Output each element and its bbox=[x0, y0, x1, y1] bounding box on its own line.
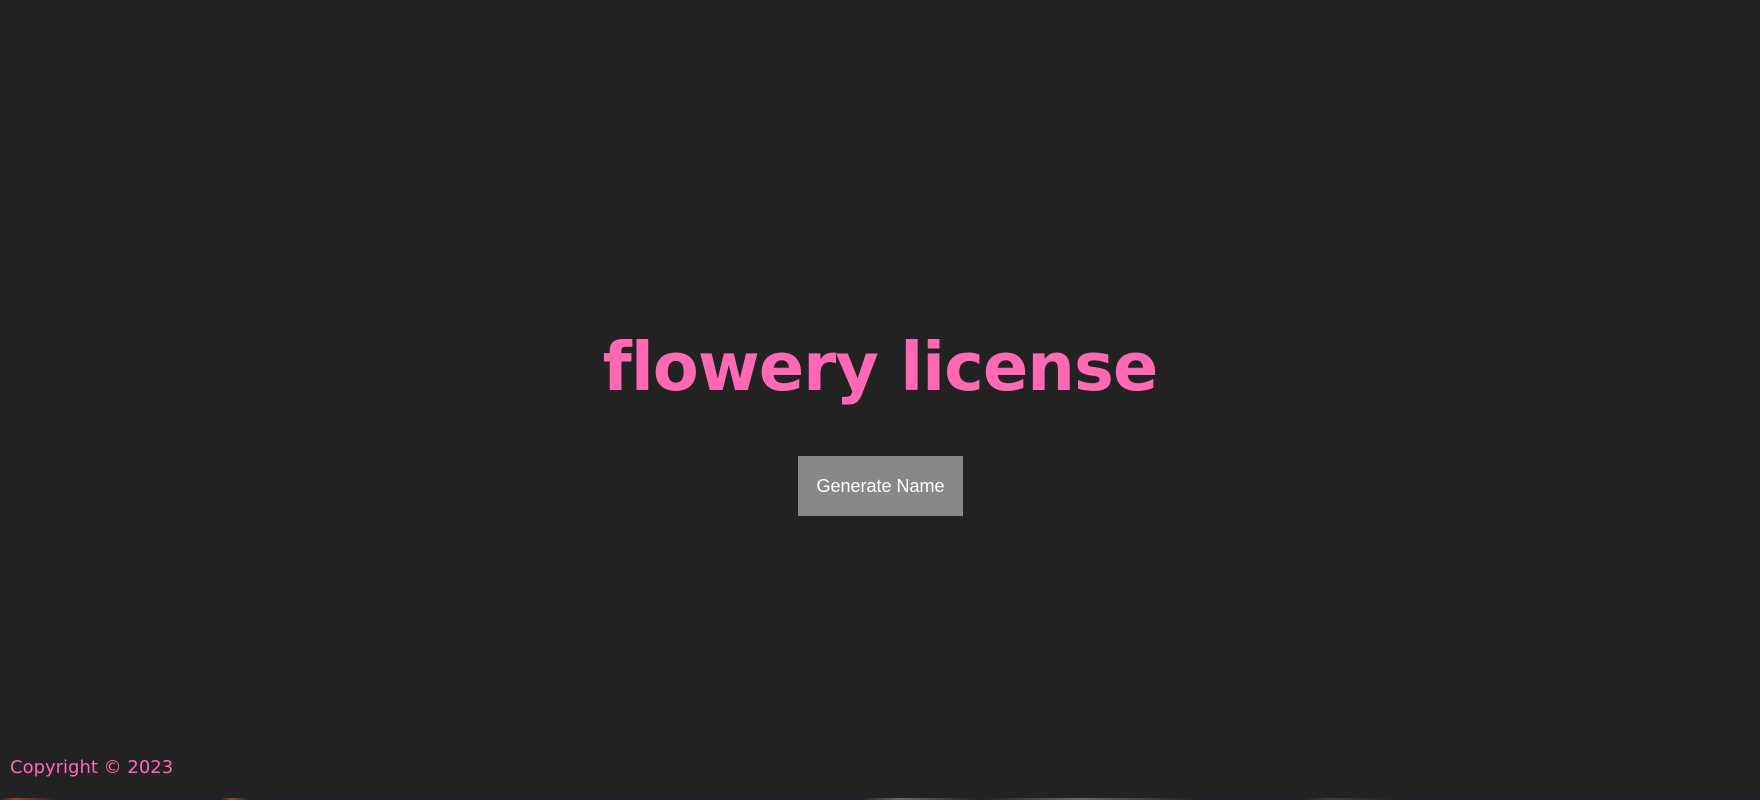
copyright-footer: Copyright © 2023 bbox=[10, 757, 174, 778]
generate-name-button[interactable]: Generate Name bbox=[798, 456, 963, 516]
page-title: flowery license bbox=[602, 328, 1159, 406]
page-main: flowery license Generate Name Copyright … bbox=[0, 0, 1760, 798]
